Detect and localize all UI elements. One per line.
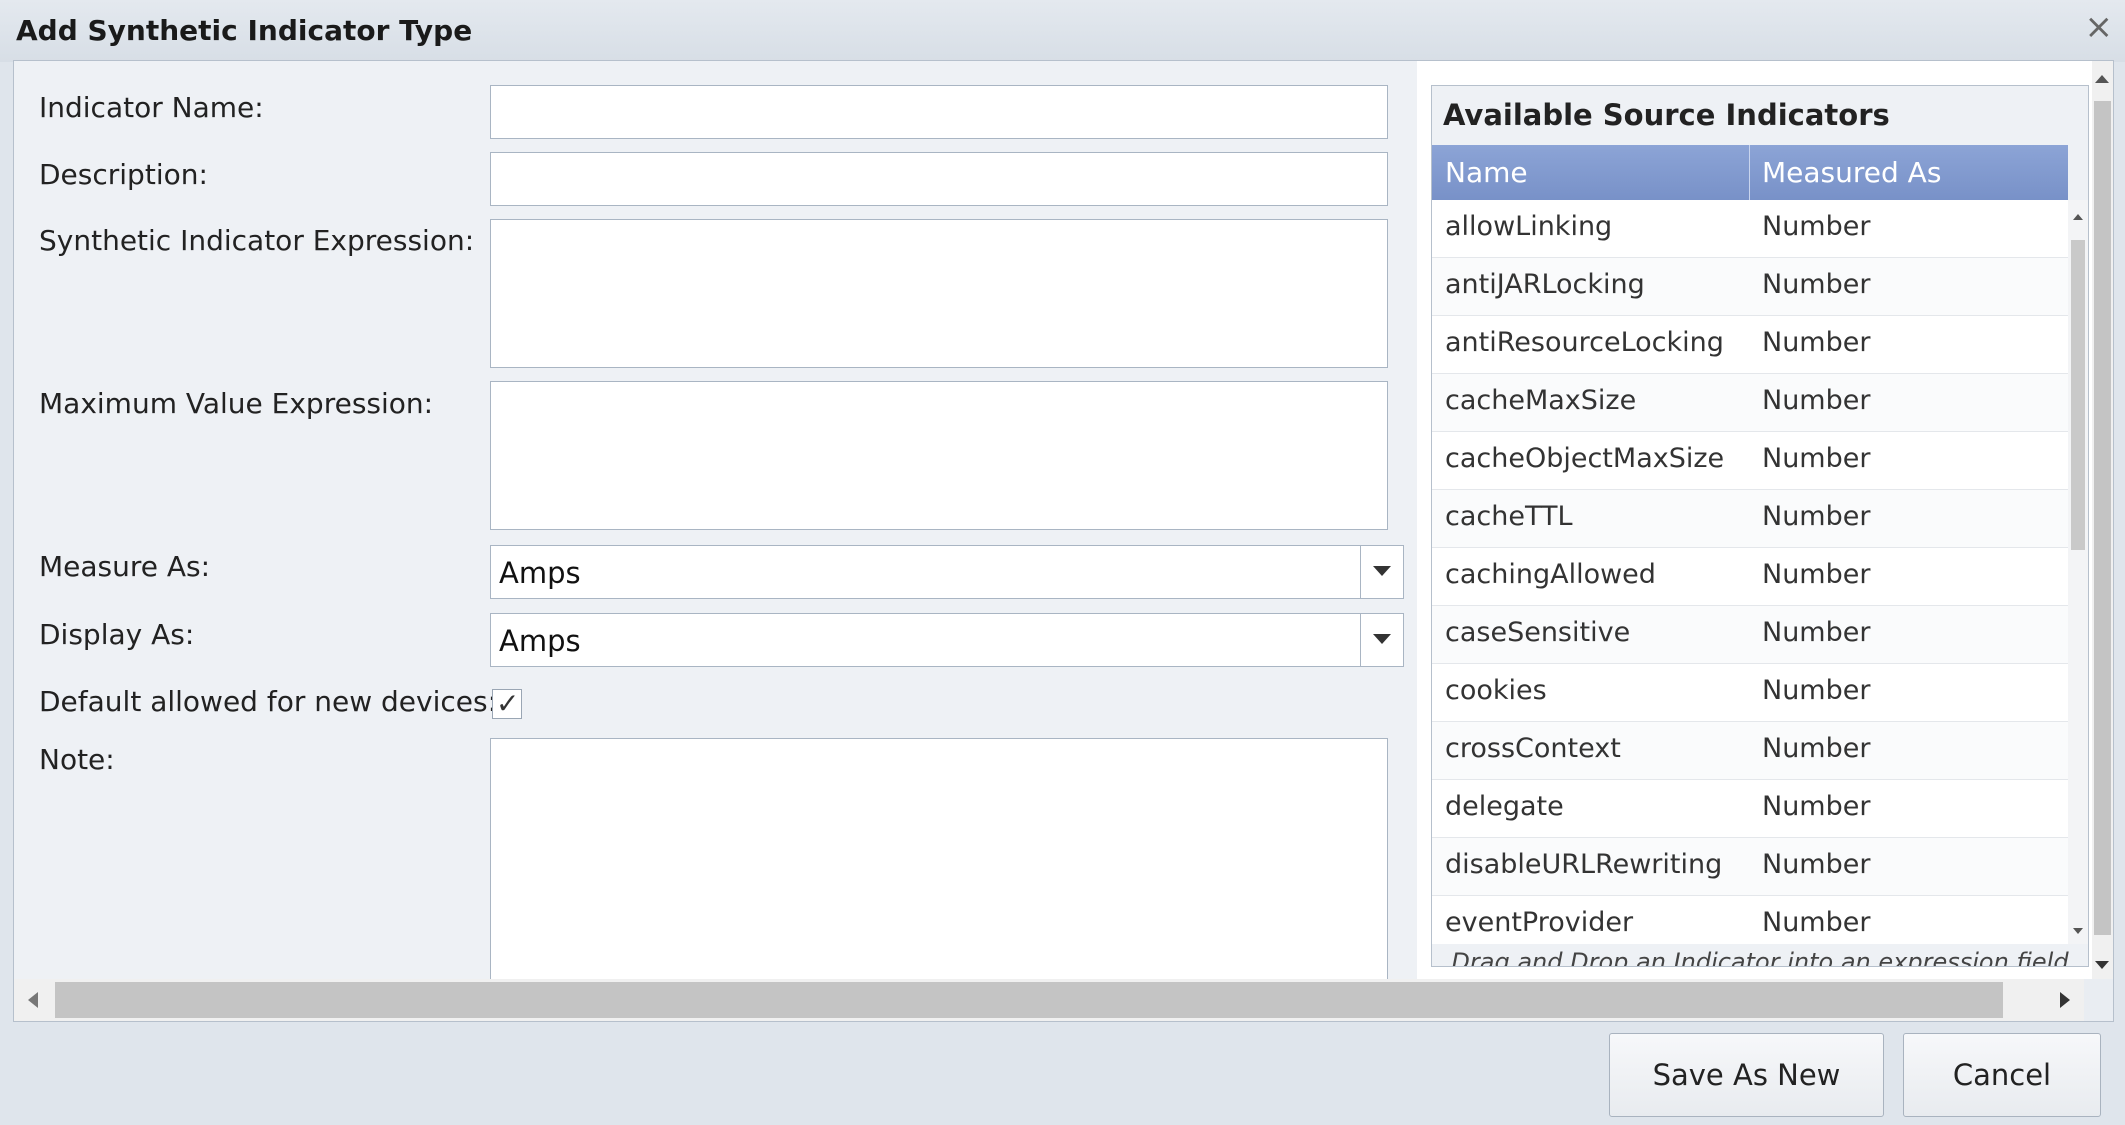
source-indicators-box: Available Source Indicators Name Measure… (1431, 85, 2089, 967)
content-horizontal-scrollbar[interactable] (14, 979, 2084, 1021)
scroll-left-icon[interactable] (28, 992, 38, 1008)
form-area: Indicator Name: Description: Synthetic I… (14, 61, 1417, 988)
measure-as-value: Amps (499, 556, 581, 590)
list-item[interactable]: caseSensitive Number (1432, 606, 2068, 664)
scroll-up-icon[interactable] (2095, 75, 2109, 83)
chevron-down-icon (1373, 566, 1391, 576)
expression-label: Synthetic Indicator Expression: (39, 224, 475, 257)
measured-as-cell: Number (1762, 501, 1871, 532)
display-as-value: Amps (499, 624, 581, 658)
measure-as-label: Measure As: (39, 550, 211, 583)
list-item[interactable]: crossContext Number (1432, 722, 2068, 780)
indicator-name-cell: delegate (1445, 791, 1564, 822)
list-scrollbar-thumb[interactable] (2071, 240, 2085, 550)
list-item[interactable]: eventProvider Number (1432, 896, 2068, 944)
indicator-name-cell: disableURLRewriting (1445, 849, 1723, 880)
scroll-up-icon[interactable] (2073, 214, 2083, 220)
list-item[interactable]: allowLinking Number (1432, 200, 2068, 258)
display-as-select[interactable]: Amps (490, 613, 1404, 667)
expression-textarea[interactable] (490, 219, 1388, 368)
measured-as-cell: Number (1762, 385, 1871, 416)
indicator-name-cell: cacheTTL (1445, 501, 1573, 532)
max-value-label: Maximum Value Expression: (39, 387, 434, 420)
indicator-name-cell: crossContext (1445, 733, 1621, 764)
horizontal-scrollbar-thumb[interactable] (55, 982, 2003, 1018)
indicator-name-cell: caseSensitive (1445, 617, 1631, 648)
indicator-name-input[interactable] (490, 85, 1388, 139)
list-item[interactable]: disableURLRewriting Number (1432, 838, 2068, 896)
dialog-title: Add Synthetic Indicator Type (16, 14, 473, 47)
source-indicators-panel: Available Source Indicators Name Measure… (1417, 61, 2113, 979)
measured-as-cell: Number (1762, 733, 1871, 764)
indicator-list: allowLinking Number antiJARLocking Number an… (1432, 200, 2068, 944)
measured-as-cell: Number (1762, 849, 1871, 880)
list-item[interactable]: cacheMaxSize Number (1432, 374, 2068, 432)
grid-header: Name Measured As (1432, 145, 2068, 200)
source-indicators-title: Available Source Indicators (1443, 98, 1890, 132)
measured-as-cell: Number (1762, 907, 1871, 938)
checkmark-icon: ✓ (496, 687, 520, 720)
drag-drop-hint: Drag and Drop an Indicator into an expre… (1451, 948, 2069, 967)
measured-as-cell: Number (1762, 327, 1871, 358)
default-allowed-checkbox[interactable]: ✓ (492, 687, 522, 720)
list-item[interactable]: antiJARLocking Number (1432, 258, 2068, 316)
save-as-new-button[interactable]: Save As New (1609, 1033, 1884, 1117)
column-header-name[interactable]: Name (1445, 156, 1528, 189)
indicator-name-label: Indicator Name: (39, 91, 264, 124)
close-icon[interactable]: × (2085, 10, 2114, 44)
measured-as-cell: Number (1762, 211, 1871, 242)
column-header-measured-as[interactable]: Measured As (1762, 156, 1941, 189)
list-item[interactable]: antiResourceLocking Number (1432, 316, 2068, 374)
cancel-button[interactable]: Cancel (1903, 1033, 2101, 1117)
indicator-name-cell: cacheMaxSize (1445, 385, 1637, 416)
note-label: Note: (39, 743, 115, 776)
vertical-scrollbar-thumb[interactable] (2094, 101, 2111, 935)
dialog-titlebar[interactable]: Add Synthetic Indicator Type × (0, 0, 2125, 62)
measure-as-select[interactable]: Amps (490, 545, 1404, 599)
list-item[interactable]: cacheObjectMaxSize Number (1432, 432, 2068, 490)
indicator-name-cell: cachingAllowed (1445, 559, 1656, 590)
add-synthetic-indicator-dialog: Add Synthetic Indicator Type × Indicator… (0, 0, 2125, 1125)
scroll-right-icon[interactable] (2060, 992, 2070, 1008)
indicator-name-cell: allowLinking (1445, 211, 1613, 242)
indicator-name-cell: eventProvider (1445, 907, 1634, 938)
measured-as-cell: Number (1762, 269, 1871, 300)
description-input[interactable] (490, 152, 1388, 206)
measured-as-cell: Number (1762, 443, 1871, 474)
measured-as-cell: Number (1762, 675, 1871, 706)
list-item[interactable]: cachingAllowed Number (1432, 548, 2068, 606)
indicator-name-cell: antiJARLocking (1445, 269, 1645, 300)
list-scrollbar[interactable] (2068, 200, 2088, 944)
note-textarea[interactable] (490, 738, 1388, 988)
display-as-dropdown-button[interactable] (1360, 614, 1403, 666)
scroll-down-icon[interactable] (2095, 961, 2109, 969)
display-as-label: Display As: (39, 618, 195, 651)
dialog-content: Indicator Name: Description: Synthetic I… (13, 60, 2114, 1022)
column-divider[interactable] (1749, 145, 1750, 200)
scroll-down-icon[interactable] (2073, 928, 2083, 934)
list-item[interactable]: delegate Number (1432, 780, 2068, 838)
measured-as-cell: Number (1762, 791, 1871, 822)
indicator-name-cell: cacheObjectMaxSize (1445, 443, 1725, 474)
content-vertical-scrollbar[interactable] (2092, 61, 2113, 979)
max-value-textarea[interactable] (490, 381, 1388, 530)
list-item[interactable]: cookies Number (1432, 664, 2068, 722)
description-label: Description: (39, 158, 208, 191)
list-item[interactable]: cacheTTL Number (1432, 490, 2068, 548)
measured-as-cell: Number (1762, 559, 1871, 590)
measured-as-cell: Number (1762, 617, 1871, 648)
default-allowed-label: Default allowed for new devices: (39, 685, 498, 718)
chevron-down-icon (1373, 634, 1391, 644)
measure-as-dropdown-button[interactable] (1360, 546, 1403, 598)
indicator-name-cell: cookies (1445, 675, 1547, 706)
indicator-name-cell: antiResourceLocking (1445, 327, 1724, 358)
